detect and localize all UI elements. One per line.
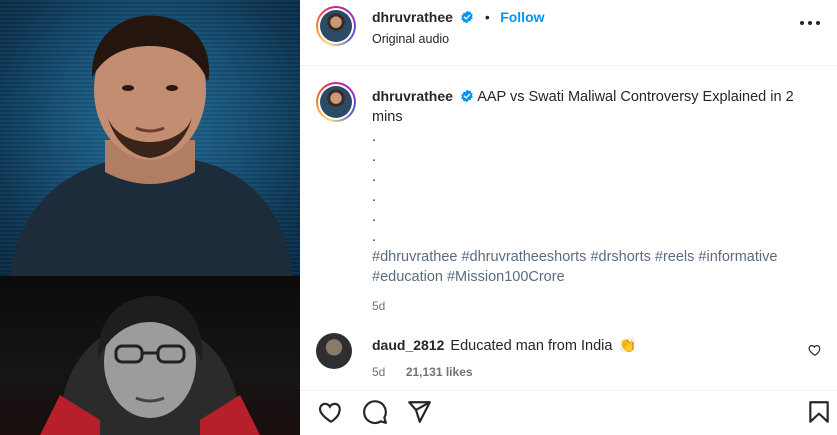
comment-timestamp[interactable]: 5d (372, 365, 385, 379)
caption-dot: . (372, 229, 377, 245)
reel-video[interactable] (0, 0, 300, 435)
follow-button[interactable]: Follow (500, 9, 544, 25)
share-icon[interactable] (406, 399, 432, 425)
caption-avatar[interactable] (316, 82, 356, 122)
post-header: dhruvrathee • Follow Original audio (300, 0, 837, 66)
commenter-username[interactable]: daud_2812 (372, 337, 444, 353)
comment-icon[interactable] (362, 399, 388, 425)
caption-dots: . . . . . . (372, 127, 820, 247)
caption-dot: . (372, 169, 377, 185)
clap-emoji: 👏 (618, 338, 637, 354)
caption-dot: . (372, 189, 377, 205)
bookmark-icon[interactable] (806, 399, 832, 425)
action-bar (300, 390, 837, 435)
caption-timestamp[interactable]: 5d (372, 296, 820, 316)
audio-label[interactable]: Original audio (372, 32, 449, 46)
verified-badge-icon (461, 10, 474, 24)
caption: dhruvrathee AAP vs Swati Maliwal Controv… (372, 86, 820, 316)
commenter-avatar[interactable] (316, 333, 352, 369)
more-icon[interactable] (799, 16, 821, 30)
caption-dot: . (372, 149, 377, 165)
caption-username[interactable]: dhruvrathee (372, 88, 453, 104)
heart-icon[interactable] (318, 399, 344, 425)
author-avatar[interactable] (316, 6, 356, 46)
caption-dot: . (372, 209, 377, 225)
author-username[interactable]: dhruvrathee (372, 9, 453, 25)
post-panel: dhruvrathee • Follow Original audio dhru… (300, 0, 837, 435)
comment-likes[interactable]: 21,131 likes (406, 365, 473, 379)
verified-badge-icon (461, 89, 473, 103)
video-people-illustration (10, 15, 292, 435)
comment-text: Educated man from India (450, 338, 613, 354)
comment-like-heart-icon[interactable] (808, 343, 822, 357)
separator-dot: • (484, 9, 490, 25)
caption-hashtags[interactable]: #dhruvrathee #dhruvratheeshorts #drshort… (372, 247, 820, 287)
caption-dot: . (372, 129, 377, 145)
